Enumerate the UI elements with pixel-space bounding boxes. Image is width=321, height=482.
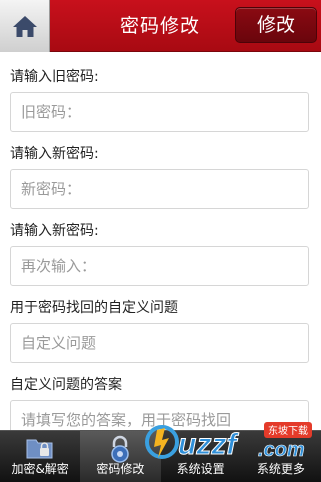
old-password-field[interactable] <box>10 92 309 132</box>
tab-label: 系统设置 <box>176 462 225 476</box>
page-title: 密码修改 <box>119 15 200 37</box>
tab-system-more[interactable]: 系统更多 <box>241 431 321 482</box>
password-form: 请输入旧密码: 请输入新密码: 请输入新密码: 用于密码找回的自定义问题 自定义… <box>0 53 321 430</box>
new-password-label: 请输入新密码: <box>10 146 99 162</box>
tab-label: 系统更多 <box>256 462 305 476</box>
security-question-field[interactable] <box>10 323 309 363</box>
old-password-label: 请输入旧密码: <box>10 69 99 85</box>
folder-lock-icon <box>26 439 53 459</box>
tab-system-settings[interactable]: 系统设置 <box>161 431 241 482</box>
bottom-tab-bar: 加密&解密 密码修改 系统设置 系统更多 <box>0 430 321 482</box>
modify-button[interactable]: 修改 <box>235 7 317 43</box>
new-password-field[interactable] <box>10 169 309 209</box>
tab-encrypt-decrypt[interactable]: 加密&解密 <box>0 431 80 482</box>
security-question-label: 用于密码找回的自定义问题 <box>10 300 178 316</box>
padlock-icon <box>111 435 130 463</box>
top-bar: 密码修改 修改 <box>0 0 321 52</box>
tab-label: 密码修改 <box>96 462 145 476</box>
security-answer-label: 自定义问题的答案 <box>10 377 122 393</box>
confirm-password-label: 请输入新密码: <box>10 223 99 239</box>
tab-label: 加密&解密 <box>11 462 69 476</box>
confirm-password-field[interactable] <box>10 246 309 286</box>
home-icon <box>12 16 37 37</box>
home-button[interactable] <box>0 0 50 52</box>
security-answer-field[interactable] <box>10 400 309 430</box>
tab-password-change[interactable]: 密码修改 <box>80 431 161 482</box>
